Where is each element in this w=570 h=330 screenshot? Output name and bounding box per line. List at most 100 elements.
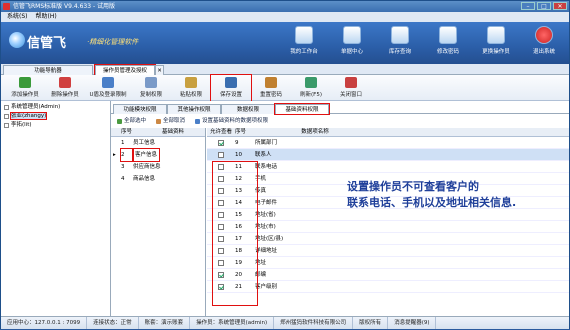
tree-item-lit[interactable]: 李拓(lit) (1, 121, 110, 130)
operator-tree: 系统管理员(Admin) 张亚(zhangy) 李拓(lit) (1, 101, 111, 316)
set-field-permission-label: 设置基础资料的数据项权限 (202, 118, 269, 124)
documents-icon (343, 26, 361, 44)
annotation-text: 设置操作员不可查看客户的 联系电话、手机以及地址相关信息. (347, 179, 557, 211)
table-row[interactable]: 21 客户级别 (207, 281, 569, 293)
toolbar-label: 复制权限 (139, 92, 162, 98)
window-title: 信管飞RMS标准版 V9.4.633 - 试用版 (13, 3, 116, 10)
toolbar-label: U盾及登录限制 (89, 92, 127, 98)
row-field-name: 地址(区/县) (255, 236, 284, 242)
brand-name: 信管飞 (27, 35, 67, 50)
row-indicator (111, 161, 121, 173)
tree-item-zhangy[interactable]: 张亚(zhangy) (1, 112, 110, 121)
row-indicator (111, 137, 121, 149)
topnav-label: 退出系统 (532, 49, 555, 55)
row-no: 10 (235, 152, 242, 158)
lock-icon (439, 26, 457, 44)
menu-system[interactable]: 系统(S) (7, 12, 28, 22)
tab-close-icon[interactable]: ✕ (155, 65, 164, 75)
save-settings-button[interactable]: 保存设置 (210, 74, 252, 102)
table-row[interactable]: 17 地址(区/县) (207, 233, 569, 245)
close-window-button[interactable]: 关闭窗口 (331, 75, 371, 101)
title-bar: 信管飞RMS标准版 V9.4.633 - 试用版 – □ ✕ (1, 1, 569, 12)
uncheck-icon (156, 118, 162, 124)
table-row[interactable]: 9 所属部门 (207, 137, 569, 149)
grid-header-field: 数据项名称 (301, 129, 329, 135)
row-no: 3 (121, 164, 125, 170)
tab-other-permission[interactable]: 其他操作权限 (167, 104, 221, 114)
field-rows: 9 所属部门 10 联系人 11 联系电话 12 手机 13 传真 14 电子邮件 15 地址(省) 16 地… (207, 137, 569, 293)
usb-key-icon (102, 77, 114, 88)
status-company: 郑州猛犸软件科技有限公司 (274, 317, 354, 329)
topnav-label: 我的工作台 (290, 49, 318, 55)
row-field-name: 联系电话 (255, 164, 278, 170)
add-operator-button[interactable]: 添加操作员 (5, 75, 45, 101)
app-window: 信管飞RMS标准版 V9.4.633 - 试用版 – □ ✕ 系统(S) 帮助(… (0, 0, 570, 329)
menu-help[interactable]: 帮助(H) (36, 12, 57, 22)
table-row[interactable]: 3 供应商信息 (111, 161, 205, 173)
table-row[interactable]: 18 详细地址 (207, 245, 569, 257)
topnav-workbench[interactable]: 我的工作台 (287, 26, 321, 55)
select-all-label: 全部选中 (124, 118, 147, 124)
select-all-button[interactable]: 全部选中 (117, 116, 146, 126)
row-field-name: 详细地址 (255, 248, 278, 254)
tab-navigator[interactable]: 功能导航器 (3, 65, 93, 75)
close-button[interactable]: ✕ (553, 2, 567, 10)
row-field-name: 电子邮件 (255, 200, 278, 206)
table-row[interactable]: 4 商品信息 (111, 173, 205, 185)
set-field-permission-button[interactable]: 设置基础资料的数据项权限 (195, 116, 268, 126)
row-field-name: 客户级别 (255, 284, 278, 290)
table-row[interactable]: 20 邮编 (207, 269, 569, 281)
topnav-exit[interactable]: 退出系统 (527, 26, 561, 55)
topnav-change-password[interactable]: 修改密码 (431, 26, 465, 55)
add-user-icon (19, 77, 31, 88)
grid-header: 序号 基础资料 (111, 128, 205, 137)
message-reminder-button[interactable]: 消息提醒器(9) (388, 317, 437, 329)
toolbar-label: 关闭窗口 (339, 92, 362, 98)
tab-basic-data-permission[interactable]: 基础资料权限 (274, 103, 330, 115)
topnav-inventory[interactable]: 库存查询 (383, 26, 417, 55)
toolbar-label: 刷新(F5) (300, 92, 322, 98)
check-icon (117, 118, 122, 124)
grid-header-no: 序号 (235, 129, 247, 135)
grid-header: 允许查看 序号 数据项名称 (207, 128, 569, 137)
allow-view-checkbox[interactable] (218, 151, 224, 158)
copy-permission-button[interactable]: 复制权限 (131, 75, 171, 101)
close-window-icon (345, 77, 357, 88)
table-row[interactable]: 11 联系电话 (207, 161, 569, 173)
delete-operator-button[interactable]: 删除操作员 (45, 75, 85, 101)
row-no: 4 (121, 176, 125, 182)
minimize-button[interactable]: – (521, 2, 535, 10)
row-name: 供应商信息 (133, 164, 161, 170)
row-field-name: 地址(市) (255, 224, 276, 230)
tab-data-permission[interactable]: 数据权限 (221, 104, 275, 114)
grid-header-no: 序号 (121, 129, 133, 135)
paste-permission-button[interactable]: 粘贴权限 (171, 75, 211, 101)
table-row[interactable]: 10 联系人 (207, 149, 569, 161)
reset-password-button[interactable]: 重置密码 (251, 75, 291, 101)
table-row[interactable]: 19 地址 (207, 257, 569, 269)
tab-module-permission[interactable]: 功能模块权限 (113, 104, 167, 114)
usb-key-login-button[interactable]: U盾及登录限制 (85, 75, 131, 101)
topnav-documents[interactable]: 单据中心 (335, 26, 369, 55)
desktop-icon (295, 26, 313, 44)
deselect-all-button[interactable]: 全部取消 (156, 116, 185, 126)
topnav-switch-operator[interactable]: 更换操作员 (479, 26, 513, 55)
tree-node-icon (4, 114, 9, 119)
delete-user-icon (59, 77, 71, 88)
allow-view-checkbox[interactable] (218, 139, 224, 146)
refresh-button[interactable]: 刷新(F5) (291, 75, 331, 101)
toolbar-label: 删除操作员 (51, 92, 79, 98)
maximize-button[interactable]: □ (537, 2, 551, 10)
table-row[interactable]: 1 员工信息 (111, 137, 205, 149)
row-name: 商品信息 (133, 176, 156, 182)
topnav-label: 修改密码 (436, 49, 459, 55)
tab-operator-management[interactable]: 操作员管理及授权 (94, 64, 156, 76)
selection-bar: 全部选中 全部取消 设置基础资料的数据项权限 (111, 116, 569, 126)
table-row-selected[interactable]: ▸ 2 客户信息 (111, 148, 205, 162)
app-icon (3, 3, 10, 10)
tree-item-admin[interactable]: 系统管理员(Admin) (1, 103, 110, 112)
reset-password-icon (265, 77, 277, 88)
status-app-center: 应用中心：127.0.0.1 : 7099 (1, 317, 88, 329)
row-field-name: 地址(省) (255, 212, 276, 218)
table-row[interactable]: 16 地址(市) (207, 221, 569, 233)
